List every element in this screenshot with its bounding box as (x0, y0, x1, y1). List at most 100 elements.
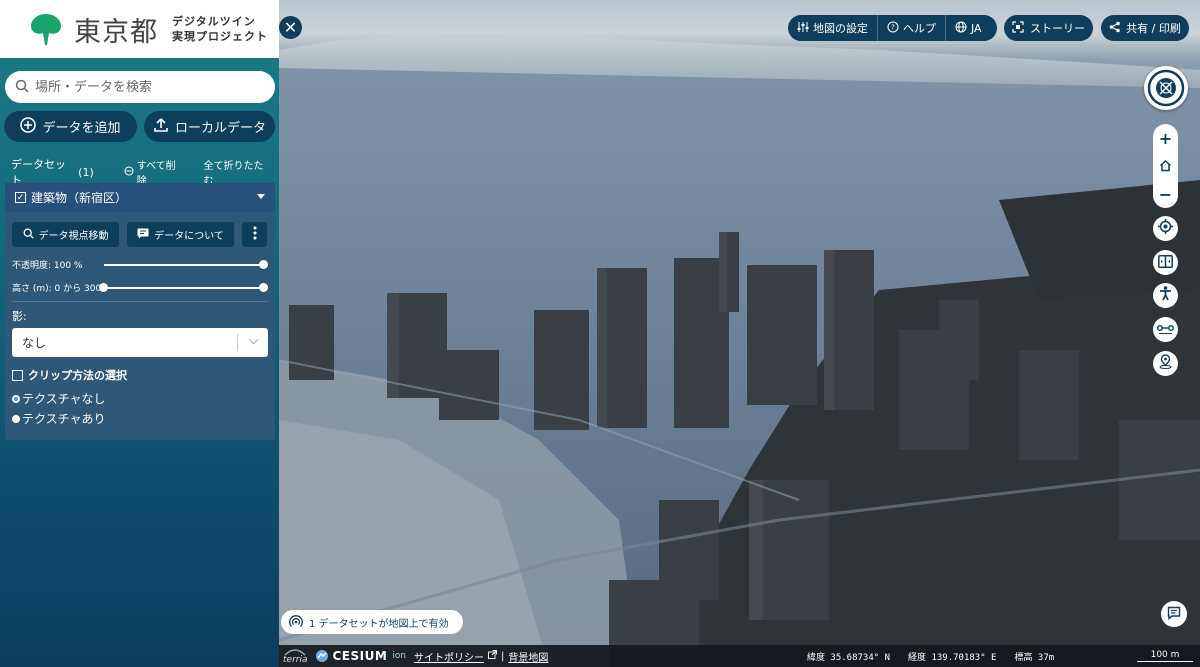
measure-icon (1157, 320, 1174, 339)
clip-method-checkbox[interactable] (12, 369, 23, 381)
compass-control[interactable] (1144, 66, 1188, 110)
broadcast-icon (289, 614, 303, 631)
person-icon (1159, 286, 1172, 305)
feedback-icon (1167, 605, 1181, 624)
plus-icon: + (1158, 128, 1173, 148)
share-icon (1109, 21, 1121, 36)
attribution-logos: terria CESIUM ion サイトポリシー | 背景地図 (279, 645, 548, 667)
layer-panel: ✓ 建築物（新宿区） データ視点移動 データについて 不透明度: 100 % 高… (5, 183, 275, 440)
brand-subtitle: デジタルツイン 実現プロジェクト (172, 14, 268, 44)
feedback-button[interactable] (1161, 601, 1187, 627)
coordinate-readout: 緯度 35.68734° N 経度 139.70183° E 標高 37m (807, 650, 1054, 663)
basemap-link[interactable]: 背景地図 (508, 649, 548, 664)
layer-visibility-checkbox[interactable]: ✓ (15, 192, 26, 203)
language-button[interactable]: JA (946, 15, 991, 41)
clip-method-row[interactable]: クリップ方法の選択 (12, 367, 127, 383)
help-circle-icon: ? (887, 21, 899, 36)
map-viewport[interactable] (279, 0, 1200, 667)
search-input[interactable] (35, 79, 255, 95)
svg-text:?: ? (891, 23, 895, 31)
brand-name: 東京都 (74, 16, 158, 48)
local-data-button[interactable]: ローカルデータ (144, 111, 275, 142)
opacity-slider-handle[interactable] (259, 260, 268, 269)
close-sidebar-button[interactable]: ✕ (279, 16, 302, 39)
chevron-down-icon[interactable] (257, 194, 265, 199)
pedestrian-mode-button[interactable] (1153, 283, 1178, 308)
zoom-out-button[interactable]: − (1153, 180, 1178, 208)
my-location-button[interactable] (1153, 216, 1178, 241)
map-status-bar: terria CESIUM ion サイトポリシー | 背景地図 緯度 35.6… (279, 645, 1200, 667)
link-separator: | (501, 650, 505, 662)
reset-view-button[interactable] (1153, 152, 1178, 180)
about-data-label: データについて (154, 231, 224, 242)
plus-circle-icon (20, 116, 37, 137)
cesium-logo[interactable]: CESIUM ion (315, 649, 406, 663)
shadow-select-value: なし (22, 336, 47, 350)
zoom-to-data-label: データ視点移動 (38, 231, 109, 242)
help-button[interactable]: ? ヘルプ (878, 15, 946, 41)
about-data-button[interactable]: データについて (127, 222, 234, 247)
footer-links: サイトポリシー | 背景地図 (414, 649, 548, 664)
longitude-readout: 経度 139.70183° E (908, 653, 997, 663)
more-options-button[interactable] (242, 222, 267, 247)
elevation-readout: 標高 37m (1014, 653, 1055, 663)
minus-circle-icon (124, 166, 134, 179)
opacity-track[interactable] (104, 264, 264, 266)
zoom-control: + − (1153, 124, 1178, 208)
height-max-handle[interactable] (259, 283, 268, 292)
brand-subtitle-line2: 実現プロジェクト (172, 30, 268, 43)
height-min-handle[interactable] (99, 283, 108, 292)
cesium-icon (316, 650, 329, 662)
story-button[interactable]: ストーリー (1004, 15, 1093, 41)
crosshair-icon (1158, 219, 1173, 238)
panel-divider (12, 301, 268, 302)
privacy-link[interactable]: サイトポリシー (414, 649, 484, 664)
radio-selected-icon[interactable] (12, 394, 20, 403)
brand-header[interactable]: 東京都 デジタルツイン 実現プロジェクト (0, 0, 279, 58)
zoom-in-button[interactable]: + (1153, 124, 1178, 152)
minus-icon: − (1158, 184, 1173, 204)
share-label: 共有 / 印刷 (1126, 22, 1181, 35)
terria-text: terria (283, 655, 308, 665)
story-label: ストーリー (1030, 22, 1085, 35)
terria-logo[interactable]: terria (283, 648, 308, 665)
local-data-label: ローカルデータ (174, 121, 266, 136)
texture-option-with[interactable]: テクスチャあり (12, 410, 106, 427)
drawing-tool-button[interactable] (1153, 351, 1178, 376)
layer-header[interactable]: ✓ 建築物（新宿区） (5, 183, 275, 212)
chevron-down-icon (248, 334, 259, 345)
search-icon (23, 228, 34, 242)
active-datasets-pill[interactable]: 1 データセットが地図上で有効 (281, 610, 463, 634)
search-icon (15, 78, 29, 97)
texture-option-label: テクスチャあり (22, 412, 106, 426)
texture-option-none[interactable]: テクスチャなし (12, 390, 106, 407)
split-view-button[interactable] (1153, 250, 1178, 275)
add-data-button[interactable]: データを追加 (4, 111, 137, 142)
external-link-icon (488, 650, 497, 662)
map-settings-button[interactable]: 地図の設定 (788, 15, 878, 41)
measure-tool-button[interactable] (1153, 317, 1178, 342)
tokyo-logo-icon (28, 11, 64, 47)
info-card-icon (137, 228, 149, 242)
height-label: 高さ (m): 0 から 300 (12, 284, 102, 294)
home-icon (1159, 157, 1172, 176)
shadow-select[interactable]: なし (12, 328, 268, 357)
latitude-readout: 緯度 35.68734° N (807, 653, 891, 663)
cesium-text: CESIUM (332, 649, 388, 663)
zoom-to-data-button[interactable]: データ視点移動 (12, 222, 119, 247)
upload-icon (153, 117, 169, 137)
share-print-button[interactable]: 共有 / 印刷 (1101, 15, 1189, 41)
map-toolbar: 地図の設定 ? ヘルプ JA (788, 15, 997, 41)
compare-icon (1158, 253, 1173, 272)
opacity-label: 不透明度: 100 % (12, 261, 83, 271)
language-label: JA (971, 21, 982, 35)
scale-bar: 100 m (1137, 650, 1193, 662)
search-box[interactable] (5, 71, 275, 103)
city-3d-scene (279, 35, 1200, 667)
layer-title: 建築物（新宿区） (31, 191, 128, 205)
shadow-label: 影: (12, 310, 27, 323)
brand-subtitle-line1: デジタルツイン (172, 15, 256, 28)
radio-unselected-icon[interactable] (12, 414, 20, 423)
height-track[interactable] (103, 287, 264, 289)
add-data-label: データを追加 (42, 121, 121, 136)
